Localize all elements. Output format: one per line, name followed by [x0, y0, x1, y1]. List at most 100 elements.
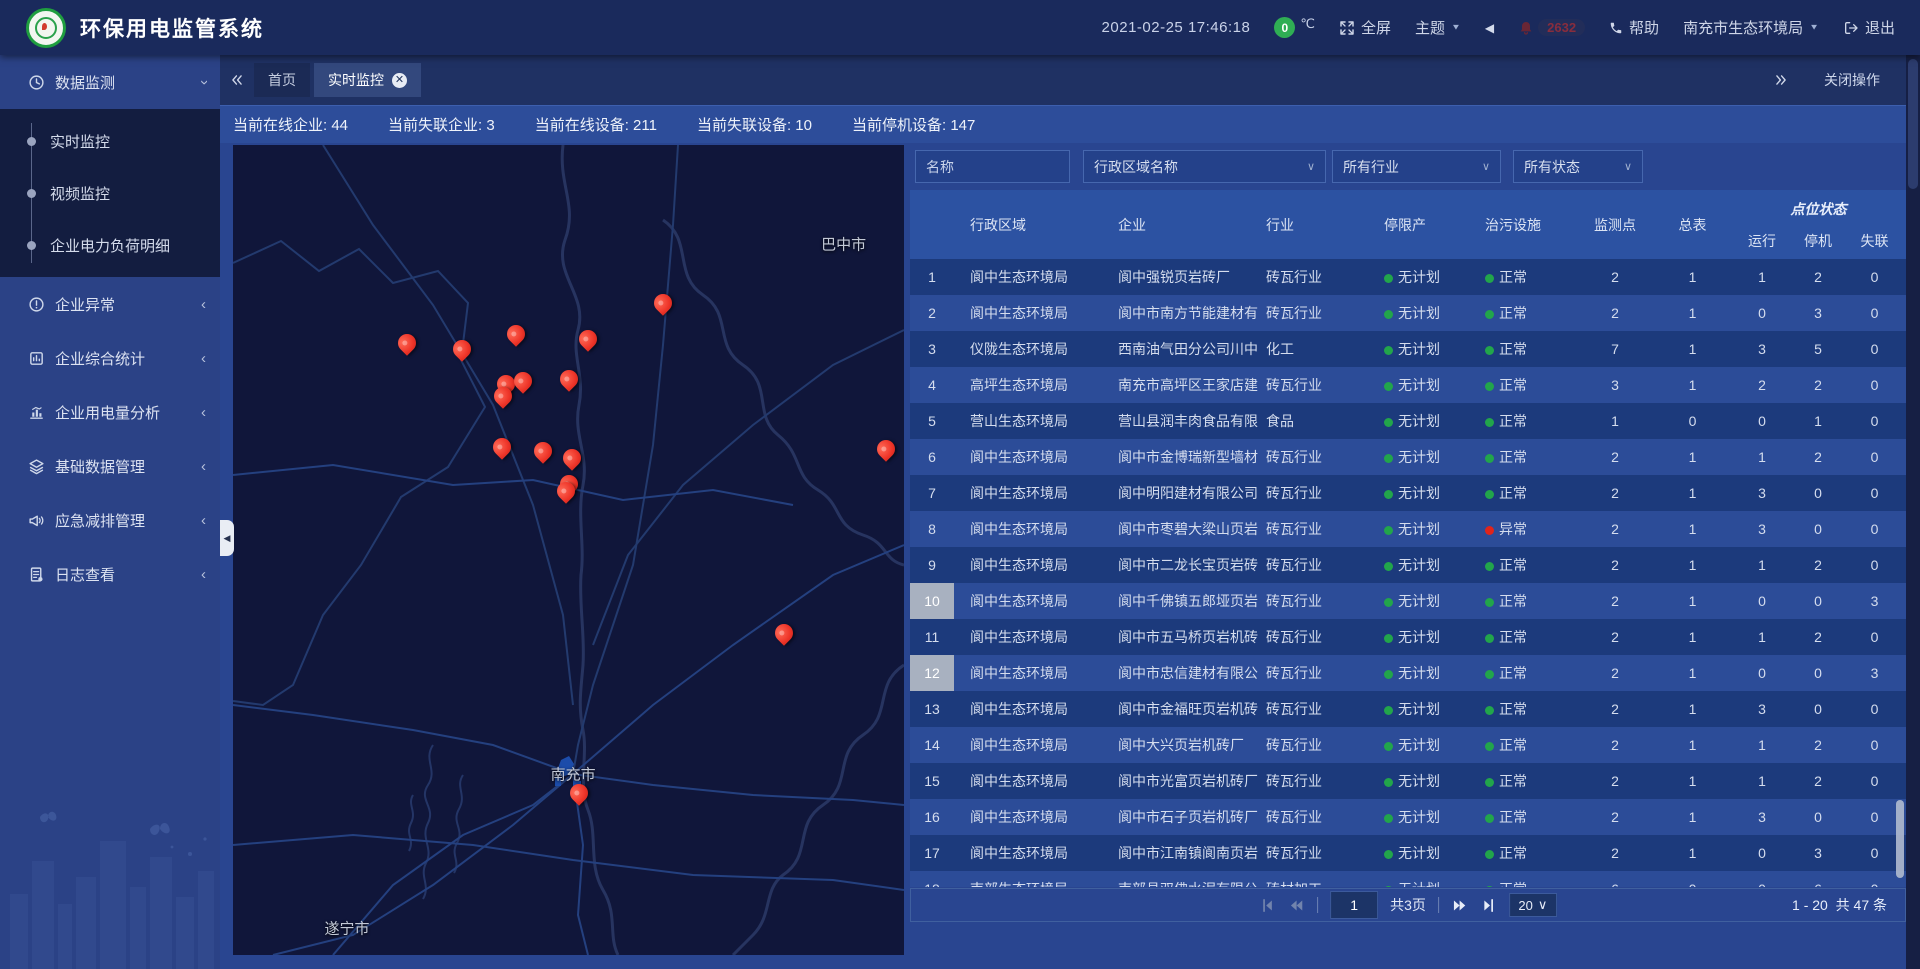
sidebar-item-label: 数据监测 — [55, 72, 201, 93]
table-row[interactable]: 9阆中生态环境局阆中市二龙长宝页岩砖砖瓦行业无计划正常21120 — [910, 547, 1906, 583]
map-panel[interactable]: 巴中市南充市遂宁市 — [233, 145, 904, 955]
sidebar-item[interactable]: 企业用电量分析‹ — [0, 385, 220, 439]
cell-monitor-count: 2 — [1576, 557, 1654, 573]
map-marker-icon[interactable] — [559, 368, 579, 394]
map-marker-icon[interactable] — [653, 292, 673, 318]
theme-dropdown[interactable]: 主题 ▼ — [1415, 17, 1461, 38]
industry-filter-select[interactable]: 所有行业 ∨ — [1332, 150, 1501, 183]
table-row[interactable]: 12阆中生态环境局阆中市忠信建材有限公砖瓦行业无计划正常21003 — [910, 655, 1906, 691]
notification-bell[interactable]: 2632 — [1518, 19, 1585, 36]
table-row[interactable]: 5营山生态环境局营山县润丰肉食品有限食品无计划正常10010 — [910, 403, 1906, 439]
cell-run-count: 0 — [1731, 845, 1793, 861]
prev-page-button[interactable] — [1288, 897, 1305, 914]
cell-facility-status: 正常 — [1481, 267, 1576, 287]
first-page-button[interactable] — [1259, 897, 1276, 914]
table-row[interactable]: 3仪陇生态环境局西南油气田分公司川中化工无计划正常71350 — [910, 331, 1906, 367]
map-marker-icon[interactable] — [397, 332, 417, 358]
stats-bar: 当前在线企业: 44当前失联企业: 3当前在线设备: 211当前失联设备: 10… — [220, 105, 1906, 143]
page-number-input[interactable] — [1330, 891, 1378, 919]
next-page-button[interactable] — [1451, 897, 1468, 914]
status-dot-icon — [1485, 346, 1494, 355]
name-filter-input[interactable] — [915, 150, 1070, 183]
tabs-scroll-right-button[interactable] — [1764, 73, 1798, 87]
cell-facility-status: 正常 — [1481, 699, 1576, 719]
cell-halt-count: 2 — [1793, 773, 1843, 789]
page-scrollbar[interactable] — [1906, 55, 1920, 969]
table-scrollbar[interactable] — [1896, 800, 1904, 878]
table-row[interactable]: 11阆中生态环境局阆中市五马桥页岩机砖砖瓦行业无计划正常21120 — [910, 619, 1906, 655]
help-label: 帮助 — [1629, 17, 1659, 38]
cell-company: 阆中强锐页岩砖厂 — [1106, 267, 1258, 287]
table-row[interactable]: 13阆中生态环境局阆中市金福旺页岩机砖砖瓦行业无计划正常21300 — [910, 691, 1906, 727]
cell-run-count: 1 — [1731, 629, 1793, 645]
tabs-scroll-left-button[interactable] — [220, 73, 254, 87]
table-row[interactable]: 14阆中生态环境局阆中大兴页岩机砖厂砖瓦行业无计划正常21120 — [910, 727, 1906, 763]
map-marker-icon[interactable] — [569, 782, 589, 808]
user-dropdown[interactable]: 南充市生态环境局 ▼ — [1683, 17, 1819, 38]
region-filter-select[interactable]: 行政区域名称 ∨ — [1083, 150, 1326, 183]
table-row[interactable]: 16阆中生态环境局阆中市石子页岩机砖厂砖瓦行业无计划正常21300 — [910, 799, 1906, 835]
sidebar-item[interactable]: 应急减排管理‹ — [0, 493, 220, 547]
cell-lost-count: 0 — [1843, 701, 1906, 717]
cell-region: 阆中生态环境局 — [954, 627, 1106, 647]
map-marker-icon[interactable] — [452, 338, 472, 364]
status-dot-icon — [1485, 382, 1494, 391]
cell-run-count: 1 — [1731, 449, 1793, 465]
map-marker-icon[interactable] — [513, 370, 533, 396]
cell-industry: 砖瓦行业 — [1258, 735, 1376, 755]
sidebar-subitem[interactable]: 视频监控 — [0, 167, 220, 219]
table-row[interactable]: 8阆中生态环境局阆中市枣碧大梁山页岩砖瓦行业无计划异常21300 — [910, 511, 1906, 547]
map-marker-icon[interactable] — [876, 438, 896, 464]
sidebar-subitem[interactable]: 企业电力负荷明细 — [0, 219, 220, 271]
status-dot-icon — [1384, 382, 1393, 391]
map-marker-icon[interactable] — [533, 440, 553, 466]
table-row[interactable]: 15阆中生态环境局阆中市光富页岩机砖厂砖瓦行业无计划正常21120 — [910, 763, 1906, 799]
last-page-button[interactable] — [1480, 897, 1497, 914]
sidebar-collapse-handle[interactable]: ◀ — [220, 520, 234, 556]
table-row[interactable]: 7阆中生态环境局阆中明阳建材有限公司砖瓦行业无计划正常21300 — [910, 475, 1906, 511]
page-scrollbar-thumb[interactable] — [1908, 59, 1918, 189]
chevron-left-icon: ‹ — [201, 296, 206, 313]
status-dot-icon — [1384, 526, 1393, 535]
table-row[interactable]: 1阆中生态环境局阆中强锐页岩砖厂砖瓦行业无计划正常21120 — [910, 259, 1906, 295]
fullscreen-button[interactable]: 全屏 — [1339, 17, 1391, 38]
sidebar-item[interactable]: 基础数据管理‹ — [0, 439, 220, 493]
map-marker-icon[interactable] — [493, 385, 513, 411]
tab[interactable]: 首页 — [254, 63, 310, 97]
map-marker-icon[interactable] — [492, 436, 512, 462]
sound-icon[interactable]: ◀ — [1485, 21, 1494, 35]
page-size-select[interactable]: 20 ∨ — [1509, 893, 1557, 917]
log-icon — [28, 566, 45, 583]
map-marker-icon[interactable] — [556, 480, 576, 506]
map-marker-icon[interactable] — [774, 622, 794, 648]
map-marker-icon[interactable] — [562, 447, 582, 473]
table-row[interactable]: 6阆中生态环境局阆中市金博瑞新型墙材砖瓦行业无计划正常21120 — [910, 439, 1906, 475]
map-marker-icon[interactable] — [506, 323, 526, 349]
help-button[interactable]: 帮助 — [1609, 17, 1659, 38]
cell-region: 阆中生态环境局 — [954, 843, 1106, 863]
cell-industry: 砖瓦行业 — [1258, 807, 1376, 827]
map-marker-icon[interactable] — [578, 328, 598, 354]
status-dot-icon — [1485, 454, 1494, 463]
table-row[interactable]: 17阆中生态环境局阆中市江南镇阆南页岩砖瓦行业无计划正常21030 — [910, 835, 1906, 871]
timeline-dot-icon — [27, 137, 36, 146]
table-row[interactable]: 4高坪生态环境局南充市高坪区王家店建砖瓦行业无计划正常31220 — [910, 367, 1906, 403]
table-row[interactable]: 10阆中生态环境局阆中千佛镇五郎垭页岩砖瓦行业无计划正常21003 — [910, 583, 1906, 619]
table-row[interactable]: 2阆中生态环境局阆中市南方节能建材有砖瓦行业无计划正常21030 — [910, 295, 1906, 331]
tab-close-icon[interactable]: ✕ — [392, 73, 407, 88]
tab[interactable]: 实时监控✕ — [314, 63, 421, 97]
cell-halt-count: 5 — [1793, 341, 1843, 357]
cell-lost-count: 0 — [1843, 485, 1906, 501]
sidebar-item[interactable]: 日志查看‹ — [0, 547, 220, 601]
sidebar-item[interactable]: 企业异常‹ — [0, 277, 220, 331]
cell-facility-status: 正常 — [1481, 447, 1576, 467]
status-filter-select[interactable]: 所有状态 ∨ — [1513, 150, 1643, 183]
close-operations-button[interactable]: 关闭操作 — [1824, 70, 1880, 90]
sidebar-item[interactable]: 数据监测‹ — [0, 55, 220, 109]
sidebar-subitem[interactable]: 实时监控 — [0, 115, 220, 167]
cell-industry: 砖瓦行业 — [1258, 771, 1376, 791]
table-row[interactable]: 18南部生态环境局南部县双佛水泥有限公砖材加工无计划正常60060 — [910, 871, 1906, 887]
logout-button[interactable]: 退出 — [1843, 17, 1895, 38]
sidebar-item[interactable]: 企业综合统计‹ — [0, 331, 220, 385]
chart-icon — [28, 404, 45, 421]
